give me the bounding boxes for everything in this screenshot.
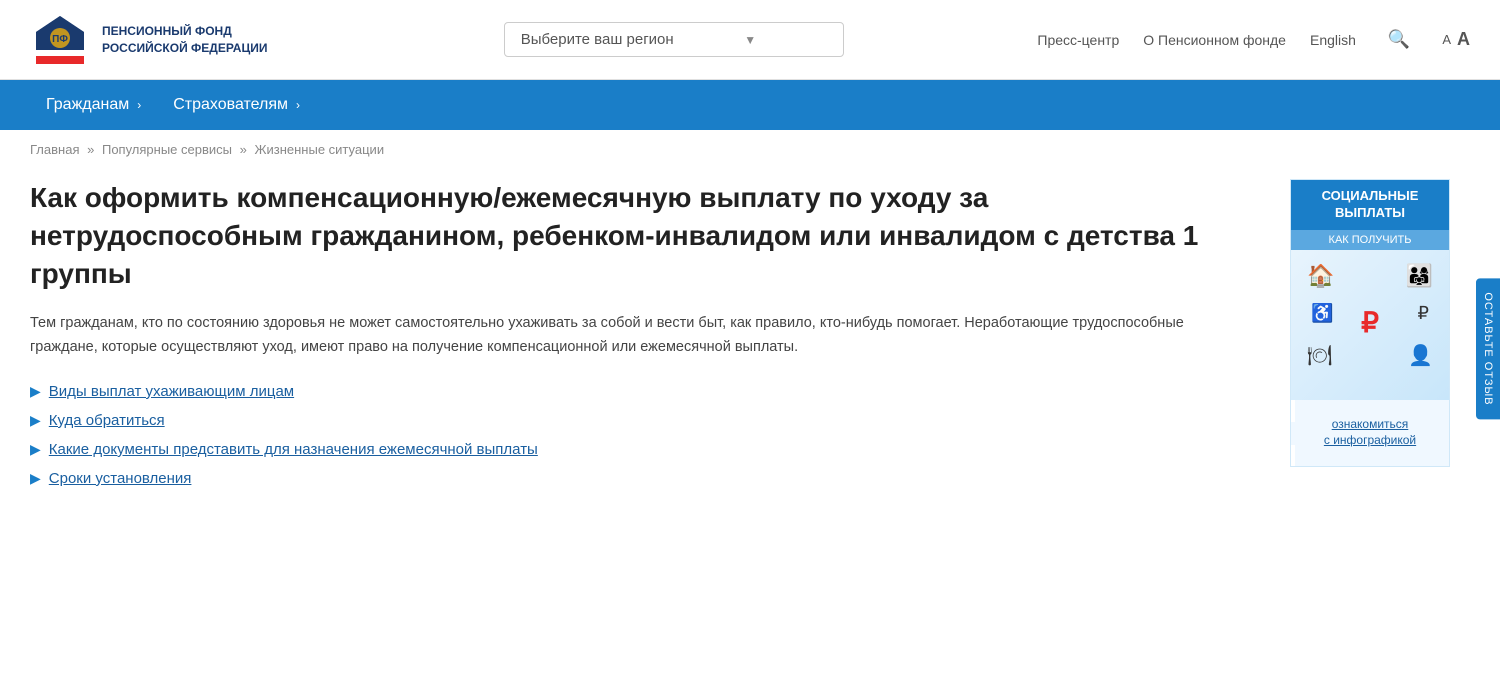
font-small[interactable]: A (1442, 32, 1451, 47)
region-placeholder: Выберите ваш регион (521, 31, 674, 48)
toc-arrow-4: ▶ (30, 470, 41, 487)
toc-item: ▶ Какие документы представить для назнач… (30, 441, 1260, 458)
family-icon: 👨‍👩‍👧 (1406, 263, 1433, 289)
about-link[interactable]: О Пенсионном фонде (1143, 32, 1286, 48)
infographic-sub: КАК ПОЛУЧИТЬ (1291, 230, 1449, 250)
toc-link-4[interactable]: Сроки установления (49, 470, 192, 487)
house-icon: 🏠 (1307, 263, 1334, 289)
breadcrumb-popular[interactable]: Популярные сервисы (102, 142, 232, 157)
pfr-logo-svg: ПФ (30, 12, 90, 68)
infographic-image: 🏠 👨‍👩‍👧 ♿ ₽ 🍽 👤 ₽ (1291, 250, 1449, 400)
main-nav: Гражданам › Страхователям › (0, 80, 1500, 130)
chevron-down-icon: ▼ (674, 33, 827, 47)
toc-item: ▶ Виды выплат ухаживающим лицам (30, 383, 1260, 400)
header-nav: Пресс-центр О Пенсионном фонде English 🔍… (1037, 25, 1470, 54)
infographic-sidebar: СОЦИАЛЬНЫЕ ВЫПЛАТЫ КАК ПОЛУЧИТЬ 🏠 👨‍👩‍👧 … (1290, 179, 1450, 499)
press-center-link[interactable]: Пресс-центр (1037, 32, 1119, 48)
money-icon: ₽ (1418, 303, 1429, 324)
nav-chevron-citizens: › (137, 98, 141, 112)
toc-link-2[interactable]: Куда обратиться (49, 412, 165, 429)
region-dropdown[interactable]: Выберите ваш регион ▼ (504, 22, 844, 57)
breadcrumb-current: Жизненные ситуации (254, 142, 384, 157)
region-selector: Выберите ваш регион ▼ (310, 22, 1037, 57)
food-icon: 🍽 (1307, 343, 1332, 368)
ruble-center-icon: ₽ (1361, 306, 1379, 339)
wheelchair-icon: ♿ (1311, 303, 1333, 324)
breadcrumb-sep1: » (87, 142, 94, 157)
breadcrumb-home[interactable]: Главная (30, 142, 79, 157)
toc-item: ▶ Куда обратиться (30, 412, 1260, 429)
header: ПФ ПЕНСИОННЫЙ ФОНД РОССИЙСКОЙ ФЕДЕРАЦИИ … (0, 0, 1500, 80)
nav-chevron-insurers: › (296, 98, 300, 112)
breadcrumb-sep2: » (240, 142, 247, 157)
infographic-header: СОЦИАЛЬНЫЕ ВЫПЛАТЫ (1291, 180, 1449, 230)
font-size-controls: A A (1442, 29, 1470, 50)
toc-arrow-1: ▶ (30, 383, 41, 400)
intro-text: Тем гражданам, кто по состоянию здоровья… (30, 312, 1230, 358)
logo-text: ПЕНСИОННЫЙ ФОНД РОССИЙСКОЙ ФЕДЕРАЦИИ (102, 23, 267, 57)
logo-icon: ПФ (30, 12, 90, 68)
font-large[interactable]: A (1457, 29, 1470, 50)
logo-area: ПФ ПЕНСИОННЫЙ ФОНД РОССИЙСКОЙ ФЕДЕРАЦИИ (30, 12, 310, 68)
english-link[interactable]: English (1310, 32, 1356, 48)
nav-item-insurers[interactable]: Страхователям › (157, 80, 316, 130)
infographic-card: СОЦИАЛЬНЫЕ ВЫПЛАТЫ КАК ПОЛУЧИТЬ 🏠 👨‍👩‍👧 … (1290, 179, 1450, 467)
search-button[interactable]: 🔍 (1380, 25, 1418, 54)
main-content: Как оформить компенсационную/ежемесячную… (0, 169, 1500, 529)
infographic-link[interactable]: ознакомиться с инфографикой (1291, 396, 1449, 467)
svg-text:ПФ: ПФ (52, 34, 68, 45)
toc-list: ▶ Виды выплат ухаживающим лицам ▶ Куда о… (30, 383, 1260, 487)
toc-link-3[interactable]: Какие документы представить для назначен… (49, 441, 538, 458)
page-title: Как оформить компенсационную/ежемесячную… (30, 179, 1260, 292)
toc-link-1[interactable]: Виды выплат ухаживающим лицам (49, 383, 294, 400)
nav-item-citizens[interactable]: Гражданам › (30, 80, 157, 130)
feedback-tab[interactable]: ОСТАВЬТЕ ОТЗЫВ (1476, 278, 1500, 419)
toc-item: ▶ Сроки установления (30, 470, 1260, 487)
toc-arrow-2: ▶ (30, 412, 41, 429)
breadcrumb: Главная » Популярные сервисы » Жизненные… (0, 130, 1500, 169)
content-left: Как оформить компенсационную/ежемесячную… (30, 179, 1260, 499)
toc-arrow-3: ▶ (30, 441, 41, 458)
person-icon: 👤 (1408, 343, 1433, 368)
